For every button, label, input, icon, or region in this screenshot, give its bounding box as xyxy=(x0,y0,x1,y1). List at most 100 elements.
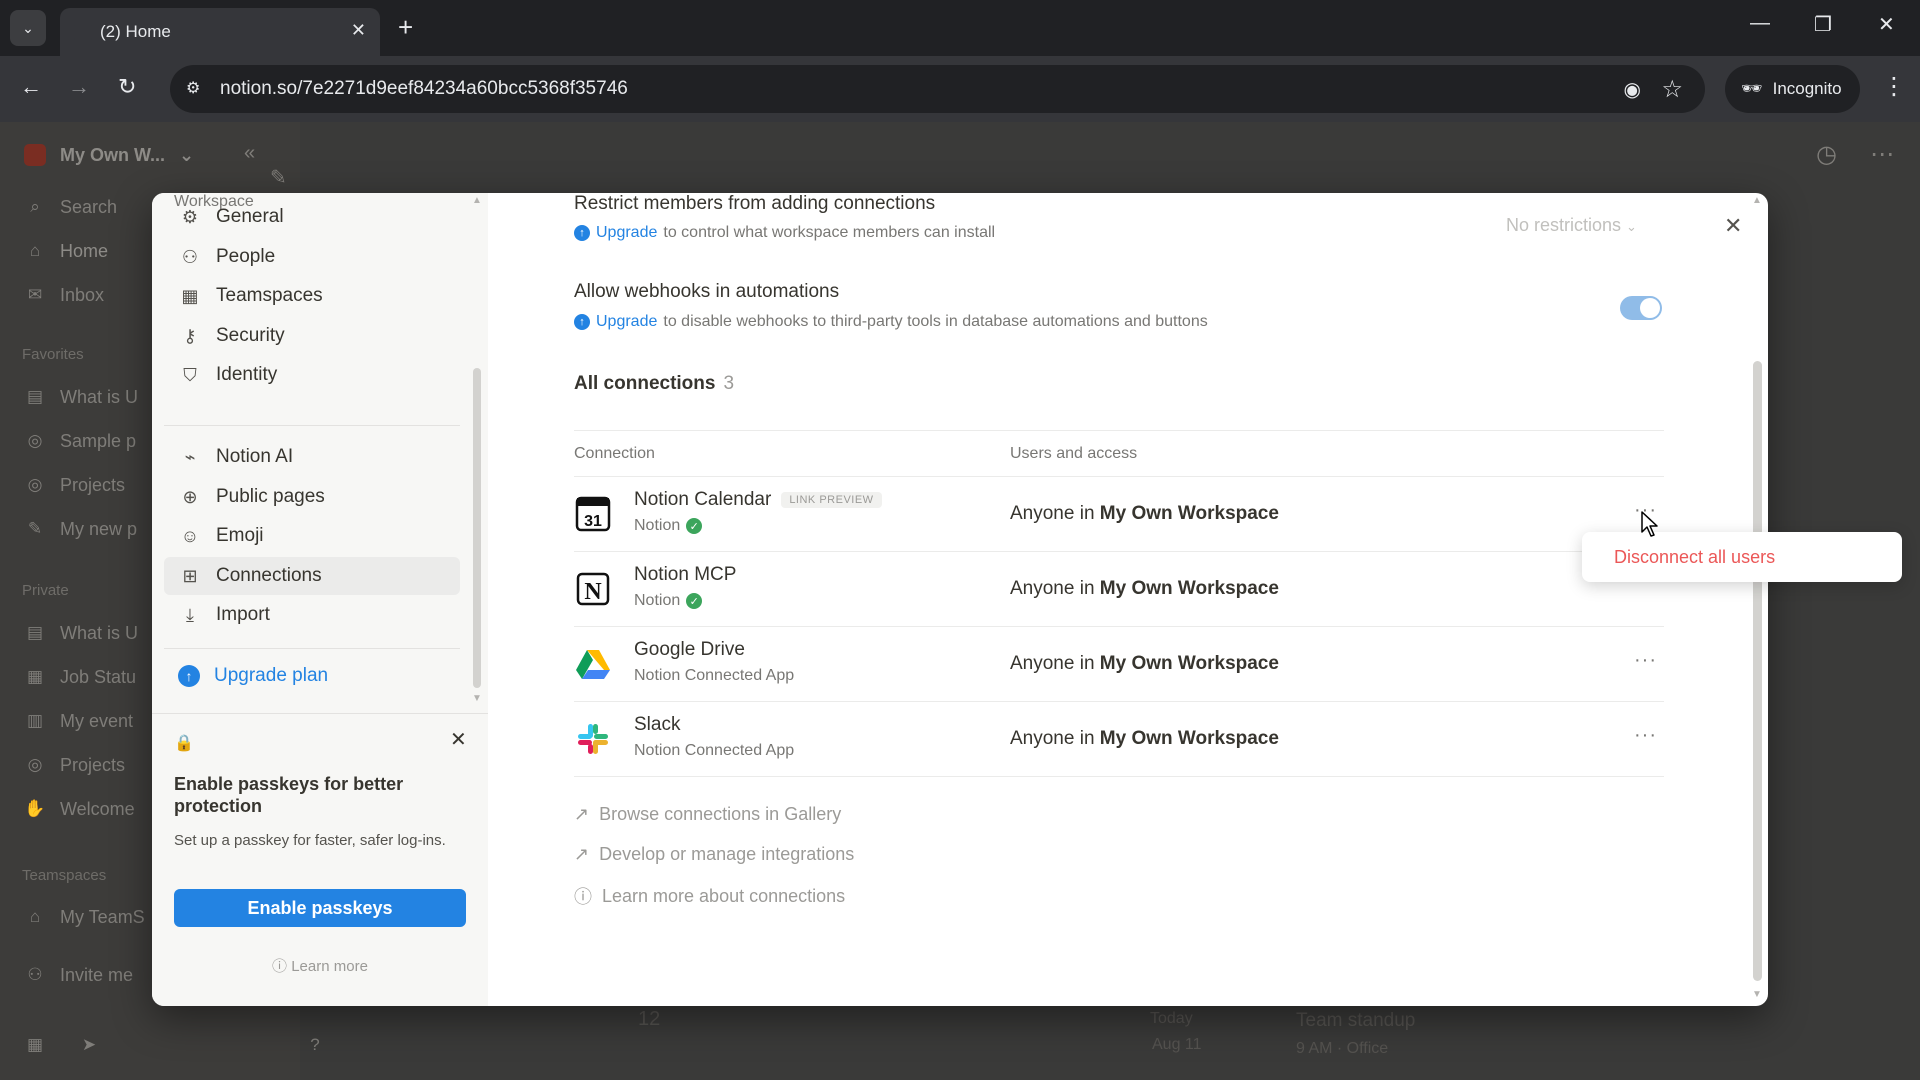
connection-name: Google Drive xyxy=(634,639,745,661)
sidebar-teamspace[interactable]: ⌂ My TeamS xyxy=(24,906,145,928)
connection-name: Slack xyxy=(634,714,680,736)
sidebar-page[interactable]: ◎ Sample p xyxy=(24,430,136,452)
invite-members[interactable]: ⚇ Invite me xyxy=(24,964,133,986)
emoji-icon: ☺ xyxy=(180,525,200,546)
connection-access: Anyone in My Own Workspace xyxy=(1010,728,1279,750)
bookmark-star-icon[interactable]: ☆ xyxy=(1661,75,1683,104)
content-scrollbar[interactable] xyxy=(1753,361,1762,981)
scroll-up-arrow[interactable]: ▲ xyxy=(472,195,482,206)
sidebar-item-search[interactable]: ⌕ Search xyxy=(24,196,117,218)
tab-close-icon[interactable]: ✕ xyxy=(351,20,366,41)
learn-more-connections-link[interactable]: ⓘ Learn more about connections xyxy=(574,883,845,909)
nav-label: Teamspaces xyxy=(216,285,323,306)
sidebar-item-inbox[interactable]: ✉ Inbox xyxy=(24,284,104,306)
upgrade-link[interactable]: Upgrade xyxy=(596,224,657,242)
reload-button[interactable]: ↻ xyxy=(118,74,136,100)
webhooks-toggle[interactable] xyxy=(1620,296,1662,320)
browser-tab[interactable]: (2) Home ✕ xyxy=(60,8,380,56)
nav-label: Import xyxy=(216,604,270,625)
teamspaces-section-label: Teamspaces xyxy=(22,867,107,884)
incognito-badge[interactable]: 🕶 Incognito xyxy=(1725,65,1860,113)
browser-menu-icon[interactable]: ⋮ xyxy=(1882,72,1906,101)
more-options-icon[interactable]: ··· xyxy=(1634,649,1657,672)
table-icon: ▦ xyxy=(26,667,44,686)
disconnect-all-users-item[interactable]: Disconnect all users xyxy=(1614,547,1775,568)
sidebar-page[interactable]: ◎ Projects xyxy=(24,474,125,496)
new-page-icon[interactable]: ✎ xyxy=(270,167,287,189)
webhooks-description: ↑ Upgrade to disable webhooks to third-p… xyxy=(574,313,1208,331)
slack-icon xyxy=(574,720,612,758)
all-connections-label: All connections xyxy=(574,373,716,394)
history-icon[interactable]: ◷ xyxy=(1816,140,1837,169)
sidebar-scrollbar[interactable] xyxy=(473,368,481,688)
collapse-sidebar-icon[interactable]: « xyxy=(244,142,255,164)
eye-off-icon[interactable]: ◉ xyxy=(1624,77,1641,102)
address-bar[interactable]: ⚙ notion.so/7e2271d9eef84234a60bcc5368f3… xyxy=(170,65,1705,113)
site-info-icon[interactable]: ⚙ xyxy=(186,78,208,100)
passkey-learn-more-link[interactable]: ⓘ Learn more xyxy=(174,955,466,976)
settings-nav-security[interactable]: ⚷ Security xyxy=(164,317,460,355)
notion-ai-icon: ⌁ xyxy=(184,446,196,467)
settings-nav-connections[interactable]: ⊞ Connections xyxy=(164,557,460,595)
url-text: notion.so/7e2271d9eef84234a60bcc5368f357… xyxy=(220,78,628,99)
sidebar-page[interactable]: ▤ What is U xyxy=(24,622,138,644)
settings-nav-notion-ai[interactable]: ⌁ Notion AI xyxy=(164,438,460,476)
sidebar-page[interactable]: ▦ Job Statu xyxy=(24,666,136,688)
restore-button[interactable]: ❐ xyxy=(1814,12,1832,37)
settings-nav-import[interactable]: ⤓ Import xyxy=(164,596,460,634)
develop-integrations-link[interactable]: ↗ Develop or manage integrations xyxy=(574,844,854,865)
restrict-description: ↑ Upgrade to control what workspace memb… xyxy=(574,224,995,242)
workspace-switcher[interactable]: My Own W... ⌄ xyxy=(24,144,194,166)
sidebar-item-home[interactable]: ⌂ Home xyxy=(24,240,108,262)
table-row[interactable]: Slack Notion Connected App Anyone in My … xyxy=(574,702,1664,776)
settings-nav-identity[interactable]: ⛉ Identity xyxy=(164,356,460,394)
upgrade-info-icon: ↑ xyxy=(574,225,590,241)
send-icon[interactable]: ➤ xyxy=(78,1034,100,1056)
settings-nav-general[interactable]: ⚙ General xyxy=(164,198,460,236)
forward-button[interactable]: → xyxy=(68,74,90,100)
more-options-icon[interactable]: ··· xyxy=(1634,724,1657,747)
sidebar-page[interactable]: ◎ Projects xyxy=(24,754,125,776)
settings-nav-people[interactable]: ⚇ People xyxy=(164,238,460,276)
upgrade-plan-link[interactable]: ↑ Upgrade plan xyxy=(178,665,328,687)
new-tab-button[interactable]: + xyxy=(398,12,413,42)
back-button[interactable]: ← xyxy=(20,74,42,100)
connection-name-text: Notion MCP xyxy=(634,564,737,585)
settings-nav-emoji[interactable]: ☺ Emoji xyxy=(164,517,460,555)
table-row[interactable]: 31 Notion Calendar LINK PREVIEW Notion ✓ A… xyxy=(574,477,1664,551)
scroll-up-arrow[interactable]: ▲ xyxy=(1752,195,1762,206)
footer-link-label: Develop or manage integrations xyxy=(599,844,855,864)
scroll-down-arrow[interactable]: ▼ xyxy=(472,693,482,704)
sidebar-page[interactable]: ✋ Welcome xyxy=(24,798,134,820)
calendar-icon[interactable]: ▦ xyxy=(24,1034,46,1056)
table-row[interactable]: Google Drive Notion Connected App Anyone… xyxy=(574,627,1664,701)
more-options-icon[interactable]: ⋯ xyxy=(1870,140,1894,169)
table-row[interactable]: N Notion MCP Notion ✓ Anyone in My Own Wo… xyxy=(574,552,1664,626)
gear-icon: ⚙ xyxy=(181,206,199,227)
help-icon[interactable]: ? xyxy=(304,1034,326,1056)
close-icon[interactable]: ✕ xyxy=(450,727,467,752)
sidebar-page[interactable]: ✎ My new p xyxy=(24,518,137,540)
sidebar-label: Home xyxy=(60,240,109,261)
publisher-text: Notion xyxy=(634,517,681,534)
workspace-icon xyxy=(24,144,46,166)
toggle-knob xyxy=(1640,298,1660,318)
mouse-cursor-icon xyxy=(1641,511,1658,537)
access-workspace: My Own Workspace xyxy=(1099,578,1279,599)
calendar-31-icon: 31 xyxy=(574,495,612,533)
upgrade-link[interactable]: Upgrade xyxy=(596,313,657,331)
sidebar-page[interactable]: ▥ My event xyxy=(24,710,133,732)
enable-passkeys-button[interactable]: Enable passkeys xyxy=(174,889,466,927)
restriction-select[interactable]: No restrictions ⌄ xyxy=(1506,215,1637,236)
browse-gallery-link[interactable]: ↗ Browse connections in Gallery xyxy=(574,804,841,825)
window-close-button[interactable]: ✕ xyxy=(1878,12,1895,37)
close-modal-icon[interactable]: ✕ xyxy=(1724,213,1742,239)
tab-search-button[interactable]: ⌄ xyxy=(10,10,46,46)
globe-icon: ⊕ xyxy=(182,486,198,507)
settings-nav-public-pages[interactable]: ⊕ Public pages xyxy=(164,478,460,516)
scroll-down-arrow[interactable]: ▼ xyxy=(1752,989,1762,1000)
chevron-down-icon: ⌄ xyxy=(1626,219,1637,234)
minimize-button[interactable]: — xyxy=(1750,12,1770,35)
sidebar-page[interactable]: ▤ What is U xyxy=(24,386,138,408)
settings-nav-teamspaces[interactable]: ▦ Teamspaces xyxy=(164,277,460,315)
